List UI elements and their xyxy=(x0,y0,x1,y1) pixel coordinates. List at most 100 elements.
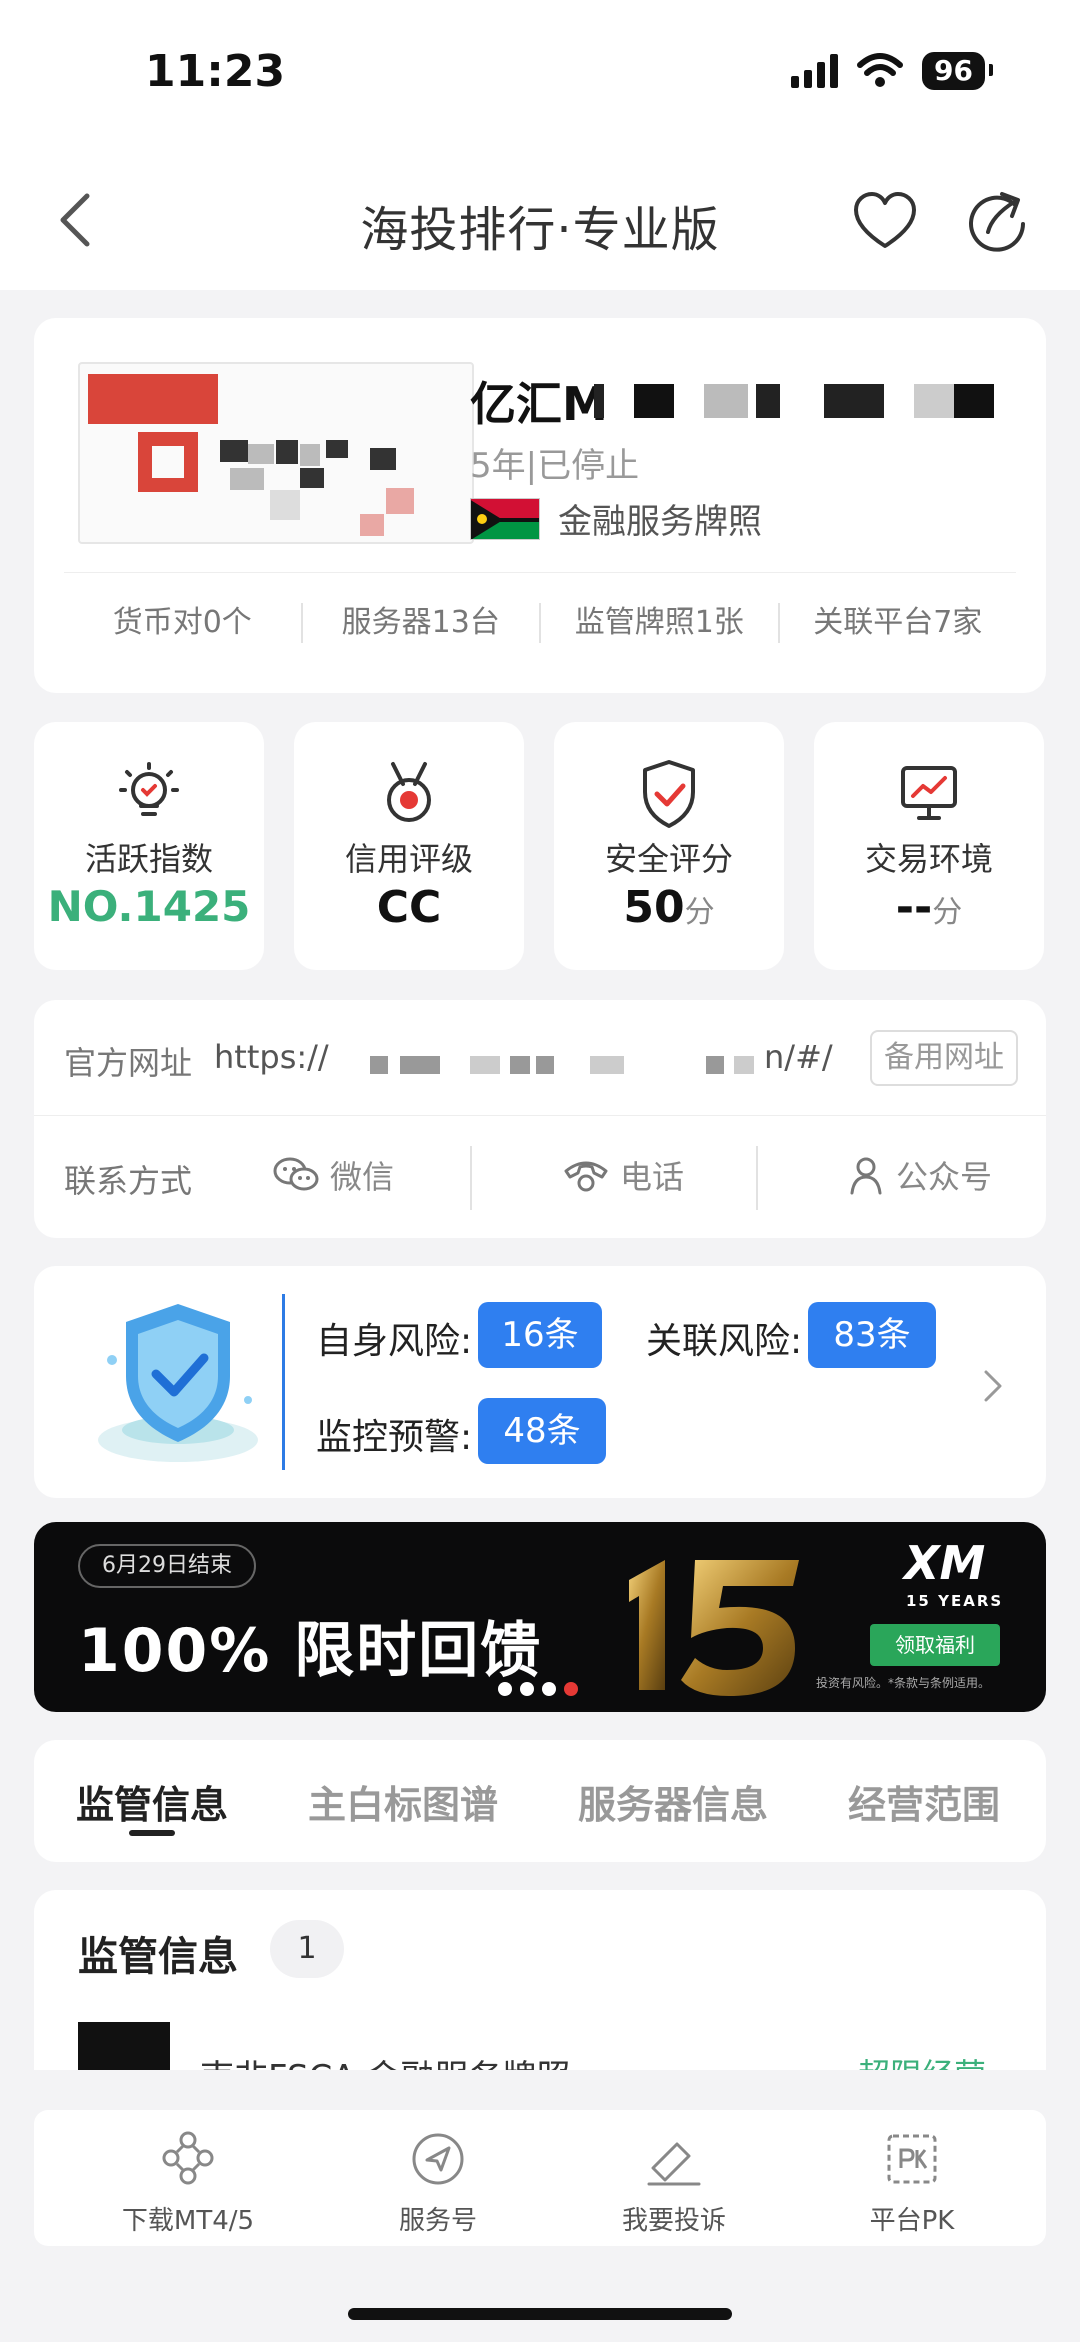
metric-value: NO.1425 xyxy=(47,882,251,931)
home-indicator xyxy=(348,2308,732,2320)
bottom-label: 平台PK xyxy=(869,2206,955,2236)
metric-unit: 分 xyxy=(684,895,715,930)
broker-stats: 货币对0个 服务器13台 监管牌照1张 关联平台7家 xyxy=(64,572,1016,672)
shield-illustration-icon xyxy=(98,1304,258,1462)
url-suffix: n/#/ xyxy=(764,1038,833,1076)
nav-bar: 海投排行·专业版 xyxy=(0,150,1080,290)
metric-credit-rating[interactable]: 信用评级 CC xyxy=(294,722,524,970)
metric-security-score[interactable]: 安全评分 50分 xyxy=(554,722,784,970)
metric-value: -- xyxy=(895,882,933,933)
broker-card[interactable]: 亿汇M 5年|已停止 金融服务牌照 货币对0个 服务器13台 监管牌照1张 关联… xyxy=(34,318,1046,693)
chevron-right-icon xyxy=(984,1370,1002,1402)
xm-years: 15 YEARS xyxy=(906,1592,1004,1610)
share-icon[interactable] xyxy=(962,186,1032,256)
self-risk-label: 自身风险: xyxy=(316,1321,473,1362)
wifi-icon xyxy=(857,53,904,87)
monitor-warning-label: 监控预警: xyxy=(316,1417,473,1458)
download-mt-icon xyxy=(162,2131,214,2185)
official-url-row[interactable]: 官方网址 https:// n/#/ 备用网址 xyxy=(34,1000,1046,1116)
regulation-section: 监管信息 1 南非FSCA 金融服务牌照 超限经营 xyxy=(34,1890,1046,2070)
medal-icon xyxy=(387,762,431,822)
battery-indicator: 96 xyxy=(922,52,993,90)
active-tab-indicator xyxy=(129,1830,175,1836)
metric-unit: 分 xyxy=(932,895,963,930)
status-time: 11:23 xyxy=(145,46,286,97)
contact-phone[interactable]: 电话 xyxy=(562,1152,684,1198)
vanuatu-flag-icon xyxy=(470,497,540,540)
metric-activity[interactable]: 活跃指数 NO.1425 xyxy=(34,722,264,970)
wechat-icon xyxy=(273,1157,319,1191)
user-icon xyxy=(850,1157,882,1195)
banner-end-date: 6月29日结束 xyxy=(78,1544,256,1588)
info-card: 官方网址 https:// n/#/ 备用网址 联系方式 微信 电话 公众号 xyxy=(34,1000,1046,1238)
contact-official-account[interactable]: 公众号 xyxy=(846,1152,992,1198)
contact-label: 联系方式 xyxy=(64,1162,193,1200)
claim-benefit-button[interactable]: 领取福利 xyxy=(870,1624,1000,1666)
fifteen-years-graphic-icon xyxy=(629,1560,799,1696)
metric-label: 信用评级 xyxy=(344,840,473,878)
lightbulb-icon xyxy=(119,762,179,816)
metric-value-wrap: 50分 xyxy=(554,882,784,933)
carousel-dots xyxy=(498,1682,578,1696)
pk-icon xyxy=(887,2134,937,2184)
contact-official-account-label: 公众号 xyxy=(896,1158,993,1196)
metric-value: 50 xyxy=(623,882,685,933)
complaint-icon xyxy=(647,2142,701,2186)
xm-logo: XM xyxy=(904,1536,986,1590)
backup-url-button[interactable]: 备用网址 xyxy=(870,1030,1018,1086)
metric-value-wrap: --分 xyxy=(814,882,1044,933)
signal-icon xyxy=(791,54,839,88)
metric-trading-environment[interactable]: 交易环境 --分 xyxy=(814,722,1044,970)
url-label: 官方网址 xyxy=(64,1044,193,1082)
metric-label: 活跃指数 xyxy=(84,840,213,878)
broker-logo xyxy=(78,362,474,544)
metric-value: CC xyxy=(376,882,442,933)
monitor-warning-badge[interactable]: 48条 xyxy=(478,1398,606,1464)
status-bar: 11:23 96 xyxy=(0,0,1080,150)
section-tabs: 监管信息 主白标图谱 服务器信息 经营范围 xyxy=(34,1740,1046,1862)
stat-servers[interactable]: 服务器13台 xyxy=(303,602,541,643)
broker-meta: 5年|已停止 xyxy=(470,446,640,486)
risk-card[interactable]: 自身风险: 16条 关联风险: 83条 监控预警: 48条 xyxy=(34,1266,1046,1498)
license-row-status: 超限经营 xyxy=(858,2050,986,2070)
bottom-label: 我要投诉 xyxy=(621,2206,726,2236)
bottom-action-bar: 下载MT4/5 服务号 我要投诉 平台PK xyxy=(34,2110,1046,2246)
broker-license: 金融服务牌照 xyxy=(470,494,762,543)
banner-disclaimer: 投资有风险。*条款与条例适用。 xyxy=(816,1676,991,1690)
banner-headline: 100% 限时回馈 xyxy=(78,1616,543,1686)
section-title: 监管信息 xyxy=(78,1934,238,1980)
fsca-logo xyxy=(78,2022,170,2070)
contact-wechat[interactable]: 微信 xyxy=(272,1152,394,1198)
contact-row: 联系方式 微信 电话 公众号 xyxy=(34,1116,1046,1238)
platform-pk-button[interactable]: 平台PK xyxy=(812,2128,1012,2237)
tab-business-scope[interactable]: 经营范围 xyxy=(848,1774,1000,1829)
status-icons: 96 xyxy=(791,52,993,90)
promo-banner[interactable]: 6月29日结束 100% 限时回馈 XM 15 YEARS 领取福利 投资有风险… xyxy=(34,1522,1046,1712)
url-prefix: https:// xyxy=(214,1038,329,1076)
license-text: 金融服务牌照 xyxy=(558,502,762,542)
metric-label: 交易环境 xyxy=(864,840,993,878)
stat-licenses[interactable]: 监管牌照1张 xyxy=(541,602,780,643)
favorite-heart-icon[interactable] xyxy=(850,186,920,256)
broker-name: 亿汇M xyxy=(470,377,608,431)
contact-phone-label: 电话 xyxy=(620,1158,685,1196)
contact-wechat-label: 微信 xyxy=(330,1158,395,1196)
service-account-button[interactable]: 服务号 xyxy=(338,2128,538,2237)
bottom-label: 服务号 xyxy=(398,2206,477,2236)
related-risk-badge[interactable]: 83条 xyxy=(808,1302,936,1368)
stat-related-platforms[interactable]: 关联平台7家 xyxy=(780,603,1017,643)
stat-currency-pairs[interactable]: 货币对0个 xyxy=(64,602,303,643)
license-row-text[interactable]: 南非FSCA 金融服务牌照 xyxy=(200,2050,570,2070)
bottom-label: 下载MT4/5 xyxy=(121,2206,255,2236)
metric-label: 安全评分 xyxy=(604,840,733,878)
related-risk-label: 关联风险: xyxy=(646,1321,803,1362)
tab-server-info[interactable]: 服务器信息 xyxy=(578,1774,768,1829)
tab-regulation[interactable]: 监管信息 xyxy=(76,1774,228,1829)
self-risk-badge[interactable]: 16条 xyxy=(478,1302,602,1368)
navigation-arrow-icon xyxy=(412,2133,464,2185)
section-count-badge: 1 xyxy=(270,1920,344,1978)
monitor-chart-icon xyxy=(901,766,957,820)
download-mt-button[interactable]: 下载MT4/5 xyxy=(88,2128,288,2237)
tab-white-label-map[interactable]: 主白标图谱 xyxy=(308,1774,498,1829)
complaint-button[interactable]: 我要投诉 xyxy=(574,2128,774,2237)
